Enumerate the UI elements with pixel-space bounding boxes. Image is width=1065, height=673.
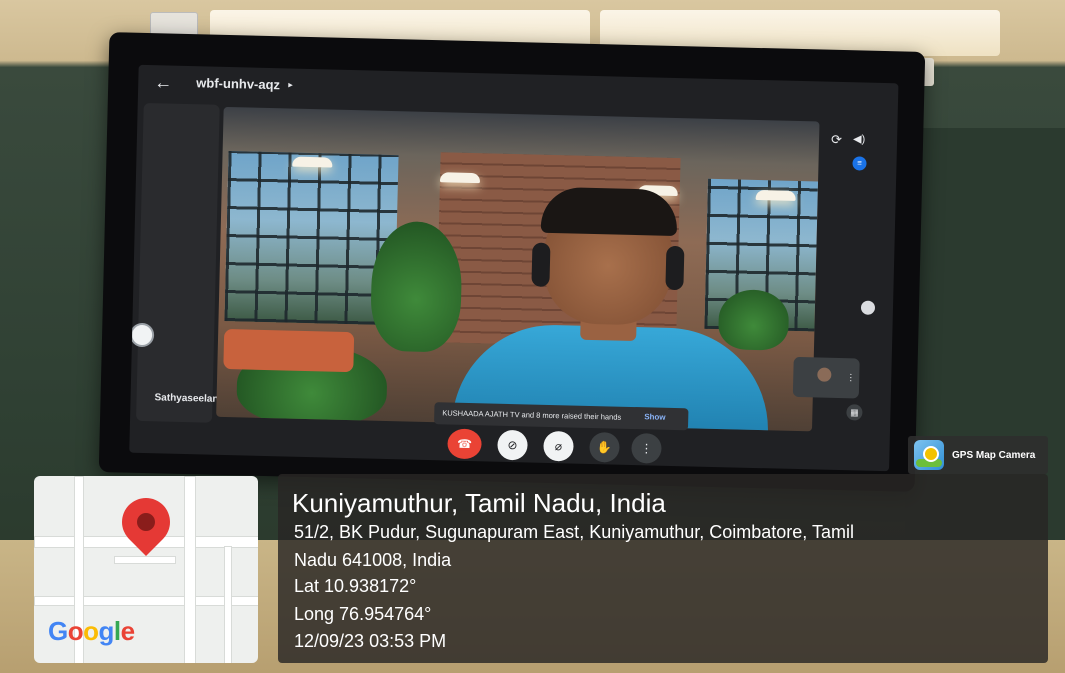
chevron-right-icon[interactable]: ▸ (288, 79, 293, 90)
raise-hand-button[interactable]: ✋ (589, 431, 620, 463)
arrow-left-icon[interactable]: ← (152, 71, 175, 94)
mic-off-icon: ⌀ (554, 439, 563, 454)
switch-camera-icon[interactable]: ⟳ (831, 132, 842, 148)
sofa (223, 328, 355, 373)
pendant-lamp (755, 189, 796, 201)
google-logo: Google (48, 616, 135, 646)
end-call-button[interactable]: ☎ (447, 428, 482, 460)
raised-hands-text: KUSHAADA AJATH TV and 8 more raised thei… (442, 408, 622, 422)
address-line-2: Nadu 641008, India (294, 550, 452, 570)
gps-map-camera-badge: GPS Map Camera (908, 436, 1048, 474)
participant-tile[interactable]: Sathyaseelan (129, 102, 220, 423)
captions-icon[interactable]: ≡ (852, 156, 867, 171)
location-title: Kuniyamuthur, Tamil Nadu, India (292, 488, 666, 518)
scroll-handle[interactable] (129, 322, 155, 348)
mic-toggle-button[interactable]: ⌀ (543, 430, 574, 462)
meet-screen: ← wbf-unhv-aqz ▸ Sathyaseelan ⟳ ◀) ≡ ⋮ ▦… (129, 64, 899, 472)
show-raised-hands-button[interactable]: Show (644, 412, 666, 422)
location-info-panel: Kuniyamuthur, Tamil Nadu, India 51/2, BK… (278, 474, 1048, 663)
scroll-handle[interactable] (860, 300, 876, 315)
address-line-1: 51/2, BK Pudur, Sugunapuram East, Kuniya… (294, 522, 854, 542)
call-controls: ☎ ⊘ ⌀ ✋ ⋮ (447, 428, 662, 464)
date-time: 12/09/23 03:53 PM (294, 631, 447, 651)
gps-map-camera-logo-icon (914, 440, 944, 470)
layout-grid-icon[interactable]: ▦ (846, 404, 863, 421)
person-hair (540, 186, 678, 237)
more-vert-icon: ⋮ (640, 441, 653, 456)
avatar (817, 367, 832, 382)
latitude: Lat 10.938172° (294, 576, 417, 596)
camera-off-icon: ⊘ (507, 437, 518, 453)
self-view-tile[interactable]: ⋮ (792, 356, 860, 399)
plant (717, 289, 790, 351)
headphone-icon (665, 245, 685, 291)
more-options-button[interactable]: ⋮ (631, 432, 662, 464)
more-vert-icon[interactable]: ⋮ (846, 372, 855, 383)
raise-hand-icon: ✋ (596, 440, 613, 455)
participant-name: Sathyaseelan (154, 392, 219, 405)
gps-badge-label: GPS Map Camera (952, 450, 1036, 461)
plant (369, 220, 463, 353)
tv-display: ← wbf-unhv-aqz ▸ Sathyaseelan ⟳ ◀) ≡ ⋮ ▦… (98, 32, 926, 492)
phone-hangup-icon: ☎ (456, 436, 473, 452)
pendant-lamp (439, 172, 481, 184)
headphone-icon (531, 242, 551, 287)
speaker-icon[interactable]: ◀) (853, 132, 865, 145)
meeting-code[interactable]: wbf-unhv-aqz (196, 75, 280, 92)
map-thumbnail: Google (34, 476, 258, 663)
camera-toggle-button[interactable]: ⊘ (497, 429, 528, 461)
main-video-feed (216, 106, 820, 432)
longitude: Long 76.954764° (294, 604, 432, 624)
pendant-lamp (292, 156, 333, 168)
